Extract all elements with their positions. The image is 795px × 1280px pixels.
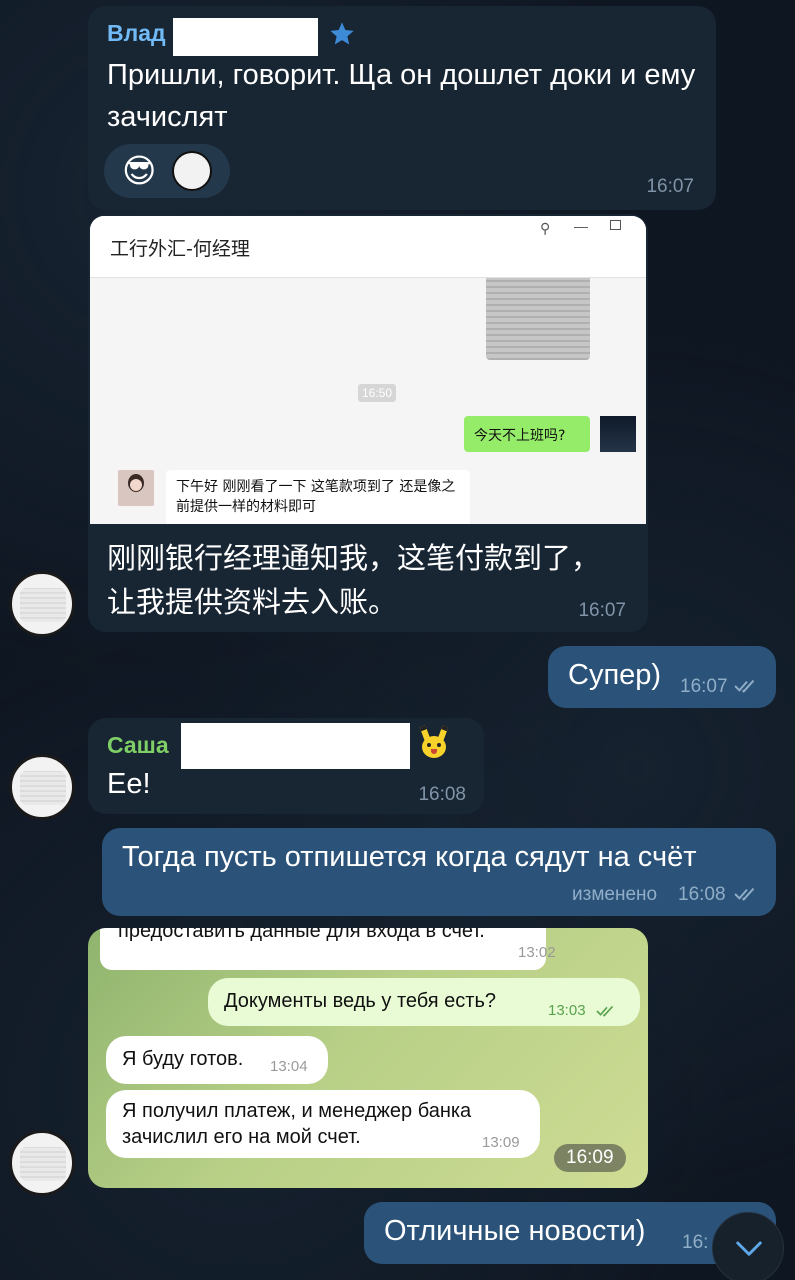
edited-label: изменено (572, 884, 658, 905)
document-image (486, 278, 590, 360)
reaction-avatar (172, 151, 212, 191)
double-check-icon (734, 887, 755, 901)
message-bubble-out-super[interactable]: Супер) 16:07 (548, 646, 776, 708)
message-time: 16:08 (418, 784, 466, 805)
incoming-time-2: 13:09 (482, 1134, 520, 1151)
message-text: Отличные новости) (384, 1215, 646, 1247)
message-text: Тогда пусть отпишется когда сядут на счё… (122, 841, 697, 873)
sender-name[interactable]: Саша (107, 732, 169, 759)
reactions-bar[interactable]: 😎 (104, 144, 230, 198)
message-bubble-sasha[interactable]: Саша Ee! 16:08 (88, 718, 484, 814)
message-text: Ee! (107, 768, 151, 800)
message-text: 刚刚银行经理通知我，这笔付款到了，让我提供资料去入账。 (107, 541, 601, 619)
my-avatar (600, 416, 636, 452)
reaction-sunglasses-emoji[interactable]: 😎 (122, 151, 156, 191)
message-time: 16:08 (678, 884, 726, 905)
message-text: Пришли, говорит. Ща он дошлет доки и ему… (107, 59, 696, 133)
maximize-icon (610, 220, 621, 230)
received-message: 下午好 刚刚看了一下 这笔款项到了 还是像之前提供一样的材料即可 (166, 470, 470, 524)
message-bubble-out-then[interactable]: Тогда пусть отпишется когда сядут на счё… (102, 828, 776, 916)
avatar-vlad-2[interactable] (9, 1130, 75, 1196)
message-bubble-screenshot-1[interactable]: 工行外汇-何经理 ⚲ — 16:50 今天不上班吗? 下午好 刚刚看了一下 这笔… (88, 214, 648, 632)
sent-message: 今天不上班吗? (464, 416, 590, 452)
message-bubble-vlad[interactable]: Влад Пришли, говорит. Ща он дошлет доки … (88, 6, 716, 210)
message-time: 16: (682, 1232, 709, 1253)
redacted-name (173, 18, 318, 56)
outgoing-time: 13:03 (548, 1002, 586, 1019)
pikachu-emoji (416, 725, 452, 762)
redacted-name (181, 723, 410, 769)
outgoing-text: Документы ведь у тебя есть? (224, 990, 497, 1012)
message-time: 16:07 (680, 676, 728, 697)
cut-message-time: 13:02 (518, 944, 556, 961)
message-time: 16:09 (554, 1144, 626, 1172)
incoming-message-1: Я буду готов. 13:04 (106, 1036, 328, 1084)
incoming-time-1: 13:04 (270, 1058, 308, 1075)
message-bubble-screenshot-2[interactable]: предоставить данные для входа в счет. 13… (88, 928, 648, 1188)
message-time: 16:07 (578, 600, 626, 621)
manager-avatar (118, 470, 154, 506)
incoming-text-2: Я получил платеж, и менеджер банка зачис… (122, 1100, 472, 1148)
message-time: 16:07 (646, 176, 694, 197)
star-icon (330, 22, 354, 45)
double-check-icon (596, 1005, 614, 1017)
chat-title: 工行外汇-何经理 (110, 238, 250, 260)
pin-icon: ⚲ (540, 220, 551, 236)
double-check-icon (734, 679, 755, 693)
outgoing-message: Документы ведь у тебя есть? 13:03 (208, 978, 640, 1026)
attached-screenshot[interactable]: 工行外汇-何经理 ⚲ — 16:50 今天不上班吗? 下午好 刚刚看了一下 这笔… (90, 216, 646, 524)
message-text: Супер) (568, 659, 662, 691)
cut-message: предоставить данные для входа в счет. 13… (100, 928, 556, 970)
avatar-vlad[interactable] (9, 571, 75, 637)
chat-timestamp: 16:50 (358, 384, 397, 402)
sender-name[interactable]: Влад (107, 20, 166, 47)
incoming-message-2: Я получил платеж, и менеджер банка зачис… (106, 1090, 540, 1158)
incoming-text-1: Я буду готов. (122, 1048, 244, 1070)
scroll-down-button[interactable] (712, 1212, 784, 1280)
cut-message-text: предоставить данные для входа в счет. (118, 928, 485, 942)
minimize-icon: — (574, 218, 588, 234)
chevron-down-icon (736, 1241, 762, 1256)
avatar-sasha[interactable] (9, 754, 75, 820)
